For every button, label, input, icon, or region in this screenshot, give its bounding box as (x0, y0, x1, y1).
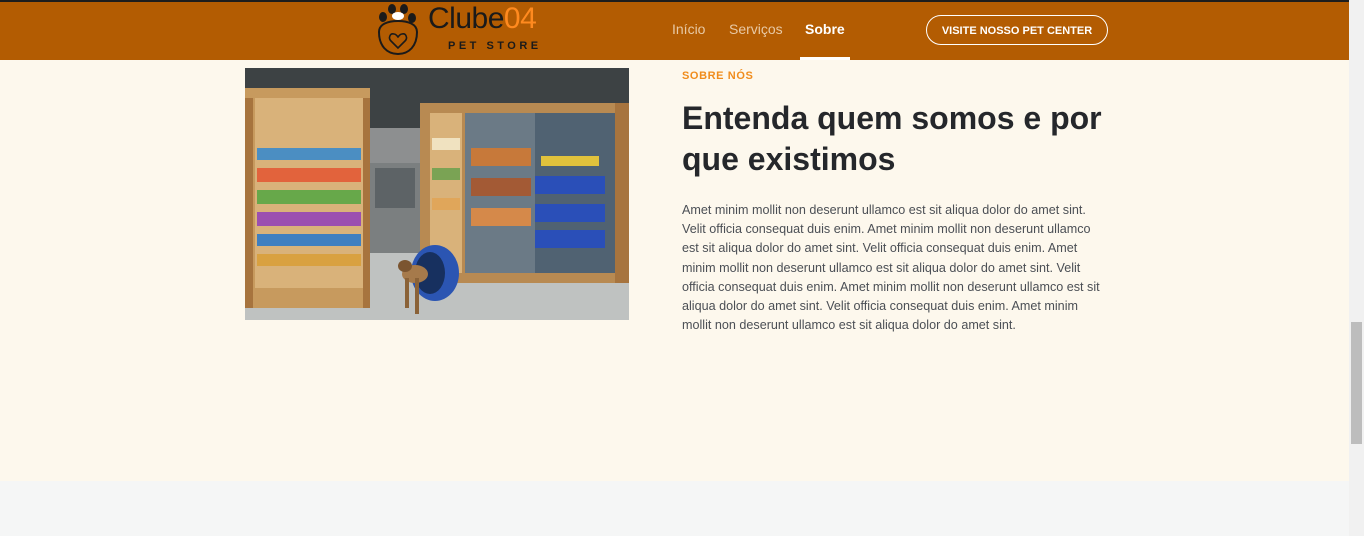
pet-store-interior-image (245, 68, 629, 320)
section-body: Amet minim mollit non deserunt ullamco e… (682, 203, 1100, 333)
page-scrollbar[interactable] (1349, 0, 1364, 536)
pet-store-photo (245, 68, 629, 320)
nav-item-inicio[interactable]: Início (672, 21, 705, 37)
section-title: Entenda quem somos e por que existimos (682, 100, 1102, 177)
about-section: SOBRE NÓS Entenda quem somos e por que e… (0, 60, 1349, 481)
nav-item-servicos[interactable]: Serviços (729, 21, 783, 37)
visit-pet-center-button[interactable]: VISITE NOSSO PET CENTER (926, 15, 1108, 45)
logo-tagline: PET STORE (448, 40, 542, 52)
nav-item-sobre[interactable]: Sobre (805, 21, 845, 37)
scrollbar-thumb[interactable] (1351, 322, 1362, 444)
paw-heart-icon (377, 4, 419, 56)
logo-wordmark: Clube04 (428, 2, 537, 35)
logo[interactable]: Clube04 PET STORE (374, 2, 554, 60)
site-header: Clube04 PET STORE Início Serviços Sobre … (0, 2, 1349, 60)
section-kicker: SOBRE NÓS (682, 70, 754, 82)
